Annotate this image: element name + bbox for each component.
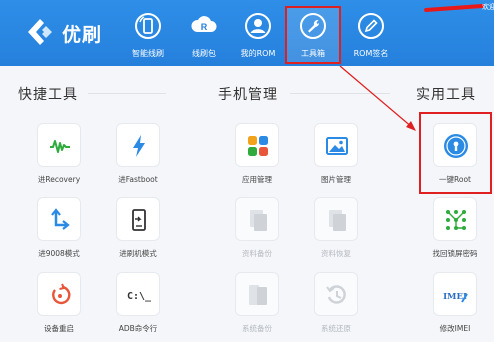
phone-refresh-icon (135, 13, 161, 39)
tool-app-manager[interactable] (235, 123, 279, 167)
top-nav-bar: 优刷 智能线刷 R 线刷包 我的ROM 工具箱 ROM签名 欢迎 (0, 0, 494, 66)
nav-label: 我的ROM (240, 49, 276, 58)
nav-flash-package[interactable]: R 线刷包 (176, 12, 232, 62)
toolbox-window: 优刷 智能线刷 R 线刷包 我的ROM 工具箱 ROM签名 欢迎 快捷工具 手机… (0, 0, 494, 342)
app-brand-name: 优刷 (62, 24, 103, 46)
arrow-down-icon (51, 208, 70, 230)
tool-label: 进Recovery (37, 175, 81, 184)
section-divider (88, 93, 166, 94)
tool-recover-lock-password[interactable] (433, 197, 477, 241)
nav-my-rom[interactable]: 我的ROM (230, 12, 286, 62)
doc-restore-icon (329, 210, 346, 231)
doc-backup-icon (250, 210, 267, 231)
rom-package-icon: R (191, 16, 217, 32)
tool-recovery[interactable] (37, 123, 81, 167)
tool-label: 修改IMEI (439, 324, 471, 333)
section-title-utility-tools: 实用工具 (416, 87, 476, 103)
tool-label: 图片管理 (321, 175, 351, 184)
user-icon (245, 13, 271, 39)
tool-data-backup (235, 197, 279, 241)
pen-icon (358, 13, 384, 39)
tool-data-restore (314, 197, 358, 241)
tool-label: 进Fastboot (118, 175, 158, 184)
tool-label: 资料恢复 (321, 249, 351, 258)
section-divider (290, 93, 390, 94)
highlight-box (419, 112, 492, 194)
tool-flash-mode[interactable] (116, 197, 160, 241)
tool-label: 找回锁屏密码 (432, 249, 478, 258)
recovery-wave-icon (50, 140, 70, 153)
nav-toolbox[interactable]: 工具箱 (285, 6, 341, 64)
tool-system-restore (314, 272, 358, 316)
tool-label: 系统还原 (321, 324, 351, 333)
nav-label: ROM签名 (353, 49, 389, 58)
tool-fastboot[interactable] (116, 123, 160, 167)
nav-rom-sign[interactable]: ROM签名 (343, 12, 399, 62)
nav-label: 智能线刷 (132, 49, 164, 58)
terminal-icon: C:\_ (127, 291, 152, 302)
nav-label: 工具箱 (301, 49, 325, 58)
tool-label: 设备重启 (44, 324, 74, 333)
app-logo-icon (28, 19, 52, 45)
system-restore-icon (326, 285, 346, 304)
redaction-mark (423, 3, 485, 13)
lightning-icon (133, 135, 145, 157)
tool-label: 应用管理 (242, 175, 272, 184)
tool-label: 系统备份 (242, 324, 272, 333)
phone-flash-icon (132, 209, 146, 231)
section-title-phone-manage: 手机管理 (218, 87, 278, 103)
terminal-glyph: C:\_ (127, 291, 152, 302)
nav-label: 线刷包 (192, 49, 216, 58)
system-backup-icon (249, 285, 267, 305)
tool-label: 资料备份 (242, 249, 272, 258)
wrench-icon (300, 13, 326, 39)
tool-label: 进9008模式 (38, 249, 80, 258)
tool-label: 进刷机模式 (119, 249, 157, 258)
tool-modify-imei[interactable]: IMEI (433, 272, 477, 316)
imei-icon: IMEI (443, 292, 468, 303)
restart-icon (52, 283, 71, 305)
tool-reboot[interactable] (37, 272, 81, 316)
tool-9008[interactable] (37, 197, 81, 241)
apps-icon (248, 136, 268, 156)
tool-adb[interactable]: C:\_ (116, 272, 160, 316)
pattern-lock-icon (446, 210, 466, 230)
nav-smart-flash[interactable]: 智能线刷 (120, 12, 176, 62)
image-icon (326, 137, 348, 155)
tool-system-backup (235, 272, 279, 316)
welcome-text: 欢迎 (482, 3, 494, 11)
svg-text:R: R (201, 22, 208, 32)
tool-label: ADB命令行 (118, 324, 158, 333)
section-title-quick-tools: 快捷工具 (18, 87, 78, 103)
tool-image-manager[interactable] (314, 123, 358, 167)
